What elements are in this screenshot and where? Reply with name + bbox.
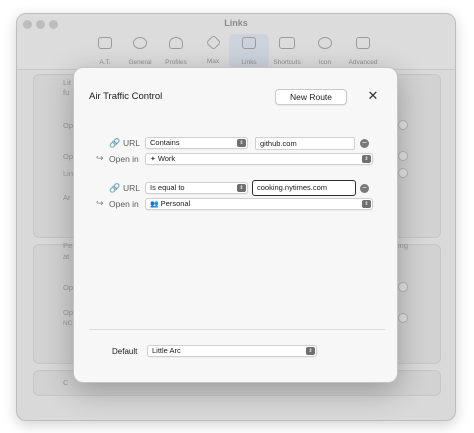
work-profile-icon: ✦ bbox=[150, 156, 158, 163]
chevron-updown-icon: ⇕ bbox=[362, 155, 371, 163]
air-traffic-control-dialog: Air Traffic Control New Route ✕ 🔗 URL Co… bbox=[73, 67, 398, 383]
return-arrow-icon: ↪ bbox=[96, 153, 104, 163]
background-text: ing bbox=[398, 241, 409, 250]
background-text: Op bbox=[63, 283, 74, 292]
background-text: Op bbox=[63, 152, 74, 161]
background-toggle bbox=[398, 120, 408, 130]
background-text: at bbox=[63, 252, 70, 261]
dialog-title: Air Traffic Control bbox=[89, 91, 163, 102]
new-route-button[interactable]: New Route bbox=[275, 89, 347, 105]
background-toggle bbox=[398, 282, 408, 292]
toolbar-tab-icon[interactable]: Icon bbox=[305, 34, 345, 68]
toolbar-tab-links[interactable]: Links bbox=[229, 34, 269, 68]
condition-value: Contains bbox=[150, 138, 180, 147]
default-value: Little Arc bbox=[152, 346, 181, 355]
open-in-label: Open in bbox=[109, 199, 139, 209]
open-in-label: Open in bbox=[109, 154, 139, 164]
background-text: Ar bbox=[63, 193, 71, 202]
background-text: C bbox=[63, 378, 69, 387]
remove-rule-icon[interactable]: − bbox=[360, 184, 369, 193]
window-icon bbox=[242, 37, 256, 49]
remove-rule-icon[interactable]: − bbox=[360, 139, 369, 148]
background-toggle bbox=[398, 151, 408, 161]
background-text: Pe bbox=[63, 241, 73, 250]
palette-icon bbox=[318, 37, 332, 49]
condition-select[interactable]: Is equal to ⇕ bbox=[145, 182, 248, 194]
url-label: URL bbox=[123, 138, 141, 148]
return-arrow-icon: ↪ bbox=[96, 198, 104, 208]
background-text: NC bbox=[63, 320, 73, 327]
sliders-icon bbox=[356, 37, 370, 49]
close-icon[interactable]: ✕ bbox=[365, 88, 381, 104]
people-icon: 👥 bbox=[150, 201, 161, 208]
window-title: Links bbox=[224, 18, 248, 28]
url-label: URL bbox=[123, 183, 141, 193]
profile-select[interactable]: ✦ Work ⇕ bbox=[145, 153, 373, 165]
link-icon: 🔗 bbox=[109, 183, 121, 193]
condition-select[interactable]: Contains ⇕ bbox=[145, 137, 248, 149]
background-text: Op bbox=[63, 308, 74, 317]
background-toggle bbox=[398, 313, 408, 323]
divider bbox=[89, 329, 385, 330]
toolbar-tab-max[interactable]: Max bbox=[193, 34, 233, 68]
profile-select[interactable]: 👥 Personal ⇕ bbox=[145, 198, 373, 210]
toolbar-tab-at[interactable]: A.T. bbox=[85, 34, 125, 68]
toolbar-tab-shortcuts[interactable]: Shortcuts bbox=[267, 34, 307, 68]
profile-value: Work bbox=[157, 154, 176, 163]
background-text: Lin bbox=[63, 169, 74, 178]
chevron-updown-icon: ⇕ bbox=[237, 184, 246, 192]
default-label: Default bbox=[112, 347, 138, 356]
keyboard-icon bbox=[279, 37, 295, 49]
person-icon bbox=[169, 37, 183, 49]
chevron-updown-icon: ⇕ bbox=[237, 139, 246, 147]
profile-value: Personal bbox=[160, 199, 191, 208]
sparkle-icon bbox=[205, 34, 221, 51]
toolbar-tab-profiles[interactable]: Profiles bbox=[156, 34, 196, 68]
background-text: Op bbox=[63, 121, 74, 130]
toolbar-tab-general[interactable]: General bbox=[120, 34, 160, 68]
background-text: Lit bbox=[63, 78, 71, 87]
at-icon bbox=[98, 37, 112, 49]
default-browser-select[interactable]: Little Arc ⇕ bbox=[147, 345, 317, 357]
gear-icon bbox=[133, 37, 147, 49]
link-icon: 🔗 bbox=[109, 138, 121, 148]
toolbar-tab-advanced[interactable]: Advanced bbox=[343, 34, 383, 68]
background-toggle bbox=[398, 168, 408, 178]
background-text: fu bbox=[63, 88, 70, 97]
chevron-updown-icon: ⇕ bbox=[362, 200, 371, 208]
url-value-field[interactable]: github.com bbox=[255, 137, 355, 150]
titlebar: Links A.T. General Profiles Max Links Sh… bbox=[17, 14, 455, 70]
chevron-updown-icon: ⇕ bbox=[306, 347, 315, 355]
url-value-field[interactable]: cooking.nytimes.com bbox=[252, 180, 356, 196]
condition-value: Is equal to bbox=[150, 183, 185, 192]
